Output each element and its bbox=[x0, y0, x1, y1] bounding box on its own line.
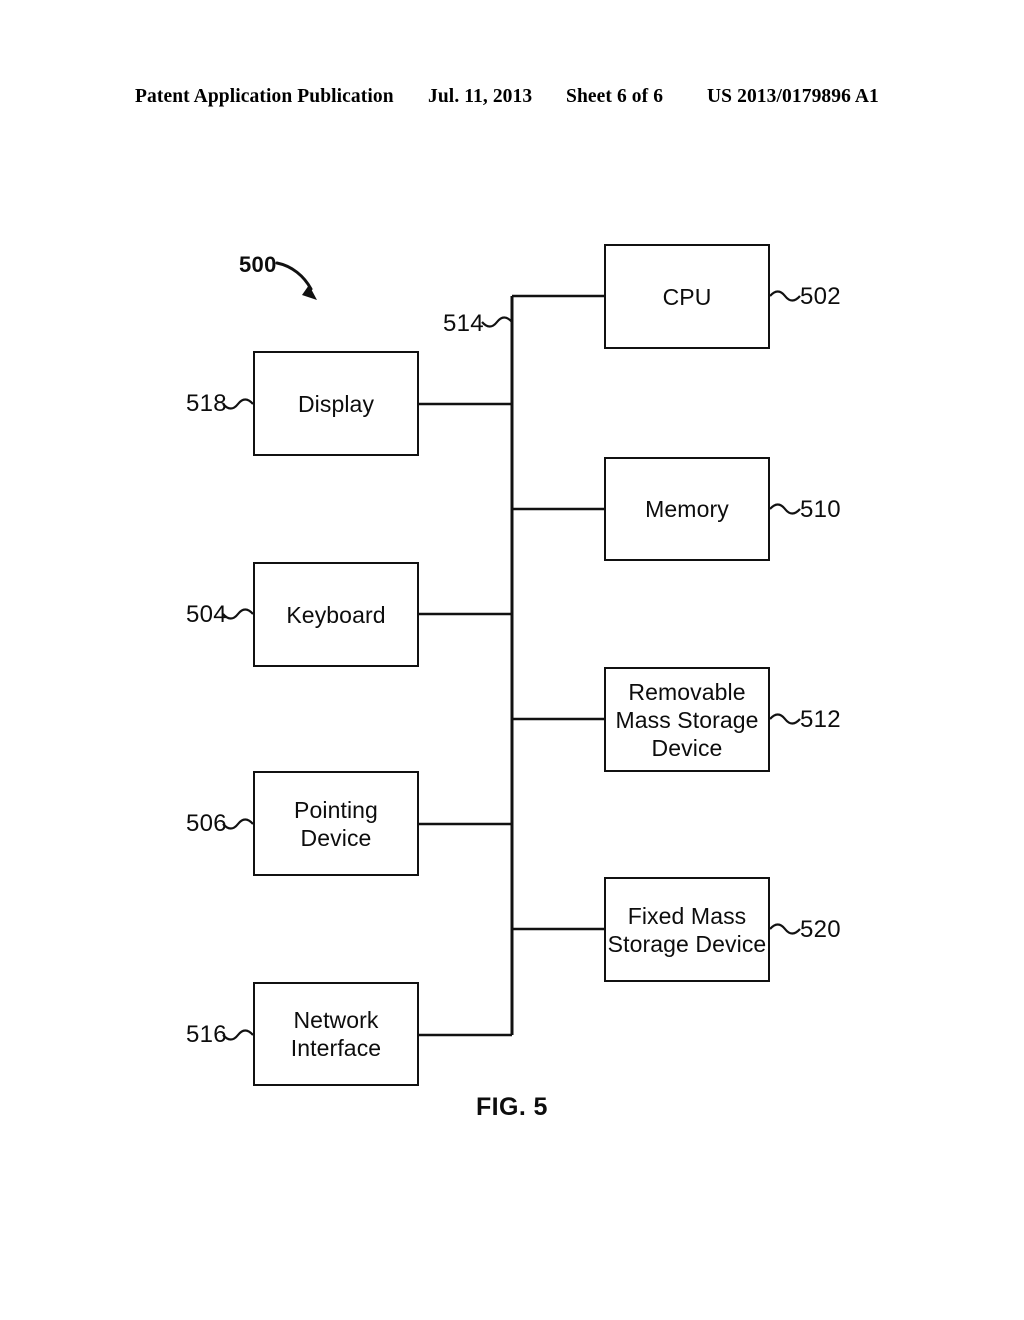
node-label-display: Display bbox=[297, 390, 375, 417]
system-label-arrowhead bbox=[302, 285, 317, 300]
system-label-arrow-curve bbox=[275, 261, 313, 291]
node-label-cpu: CPU bbox=[662, 283, 712, 310]
node-label-fixed-mass-storage-device: Fixed Mass Storage Device bbox=[607, 902, 767, 957]
reference-numeral-504: 504 bbox=[186, 601, 227, 628]
figure-block-diagram: CPU Memory Removable Mass Storage Device… bbox=[0, 0, 1024, 1320]
node-box-display[interactable]: Display bbox=[253, 351, 419, 456]
reference-numeral-502: 502 bbox=[800, 283, 841, 310]
node-box-network-interface[interactable]: Network Interface bbox=[253, 982, 419, 1086]
node-box-removable-mass-storage-device[interactable]: Removable Mass Storage Device bbox=[604, 667, 770, 772]
node-label-network-interface: Network Interface bbox=[290, 1007, 382, 1061]
figure-caption: FIG. 5 bbox=[476, 1093, 548, 1121]
reference-numeral-506: 506 bbox=[186, 810, 227, 837]
node-label-memory: Memory bbox=[645, 496, 729, 522]
reference-numeral-520: 520 bbox=[800, 916, 841, 943]
reference-numeral-514-bus: 514 bbox=[443, 310, 484, 337]
node-box-fixed-mass-storage-device[interactable]: Fixed Mass Storage Device bbox=[604, 877, 770, 982]
lead-line-512 bbox=[769, 713, 801, 725]
system-reference-numeral-500: 500 bbox=[239, 252, 277, 277]
node-label-pointing-device: Pointing Device bbox=[294, 796, 378, 851]
diagram-connectors bbox=[222, 261, 801, 1041]
node-box-memory[interactable]: Memory bbox=[604, 457, 770, 561]
lead-line-518 bbox=[222, 398, 254, 410]
reference-numeral-510: 510 bbox=[800, 496, 841, 523]
lead-line-516 bbox=[222, 1029, 254, 1041]
node-box-cpu[interactable]: CPU bbox=[604, 244, 770, 349]
lead-line-502 bbox=[769, 290, 801, 302]
reference-numeral-512: 512 bbox=[800, 706, 841, 733]
lead-line-504 bbox=[222, 608, 254, 620]
lead-line-520 bbox=[769, 923, 801, 935]
lead-line-510 bbox=[769, 503, 801, 515]
node-box-pointing-device[interactable]: Pointing Device bbox=[253, 771, 419, 876]
lead-line-514 bbox=[481, 316, 513, 328]
reference-numeral-516: 516 bbox=[186, 1021, 227, 1048]
node-box-keyboard[interactable]: Keyboard bbox=[253, 562, 419, 667]
node-label-removable-mass-storage-device: Removable Mass Storage Device bbox=[615, 678, 759, 761]
node-label-keyboard: Keyboard bbox=[286, 601, 386, 628]
reference-numeral-518: 518 bbox=[186, 390, 227, 417]
lead-line-506 bbox=[222, 818, 254, 830]
